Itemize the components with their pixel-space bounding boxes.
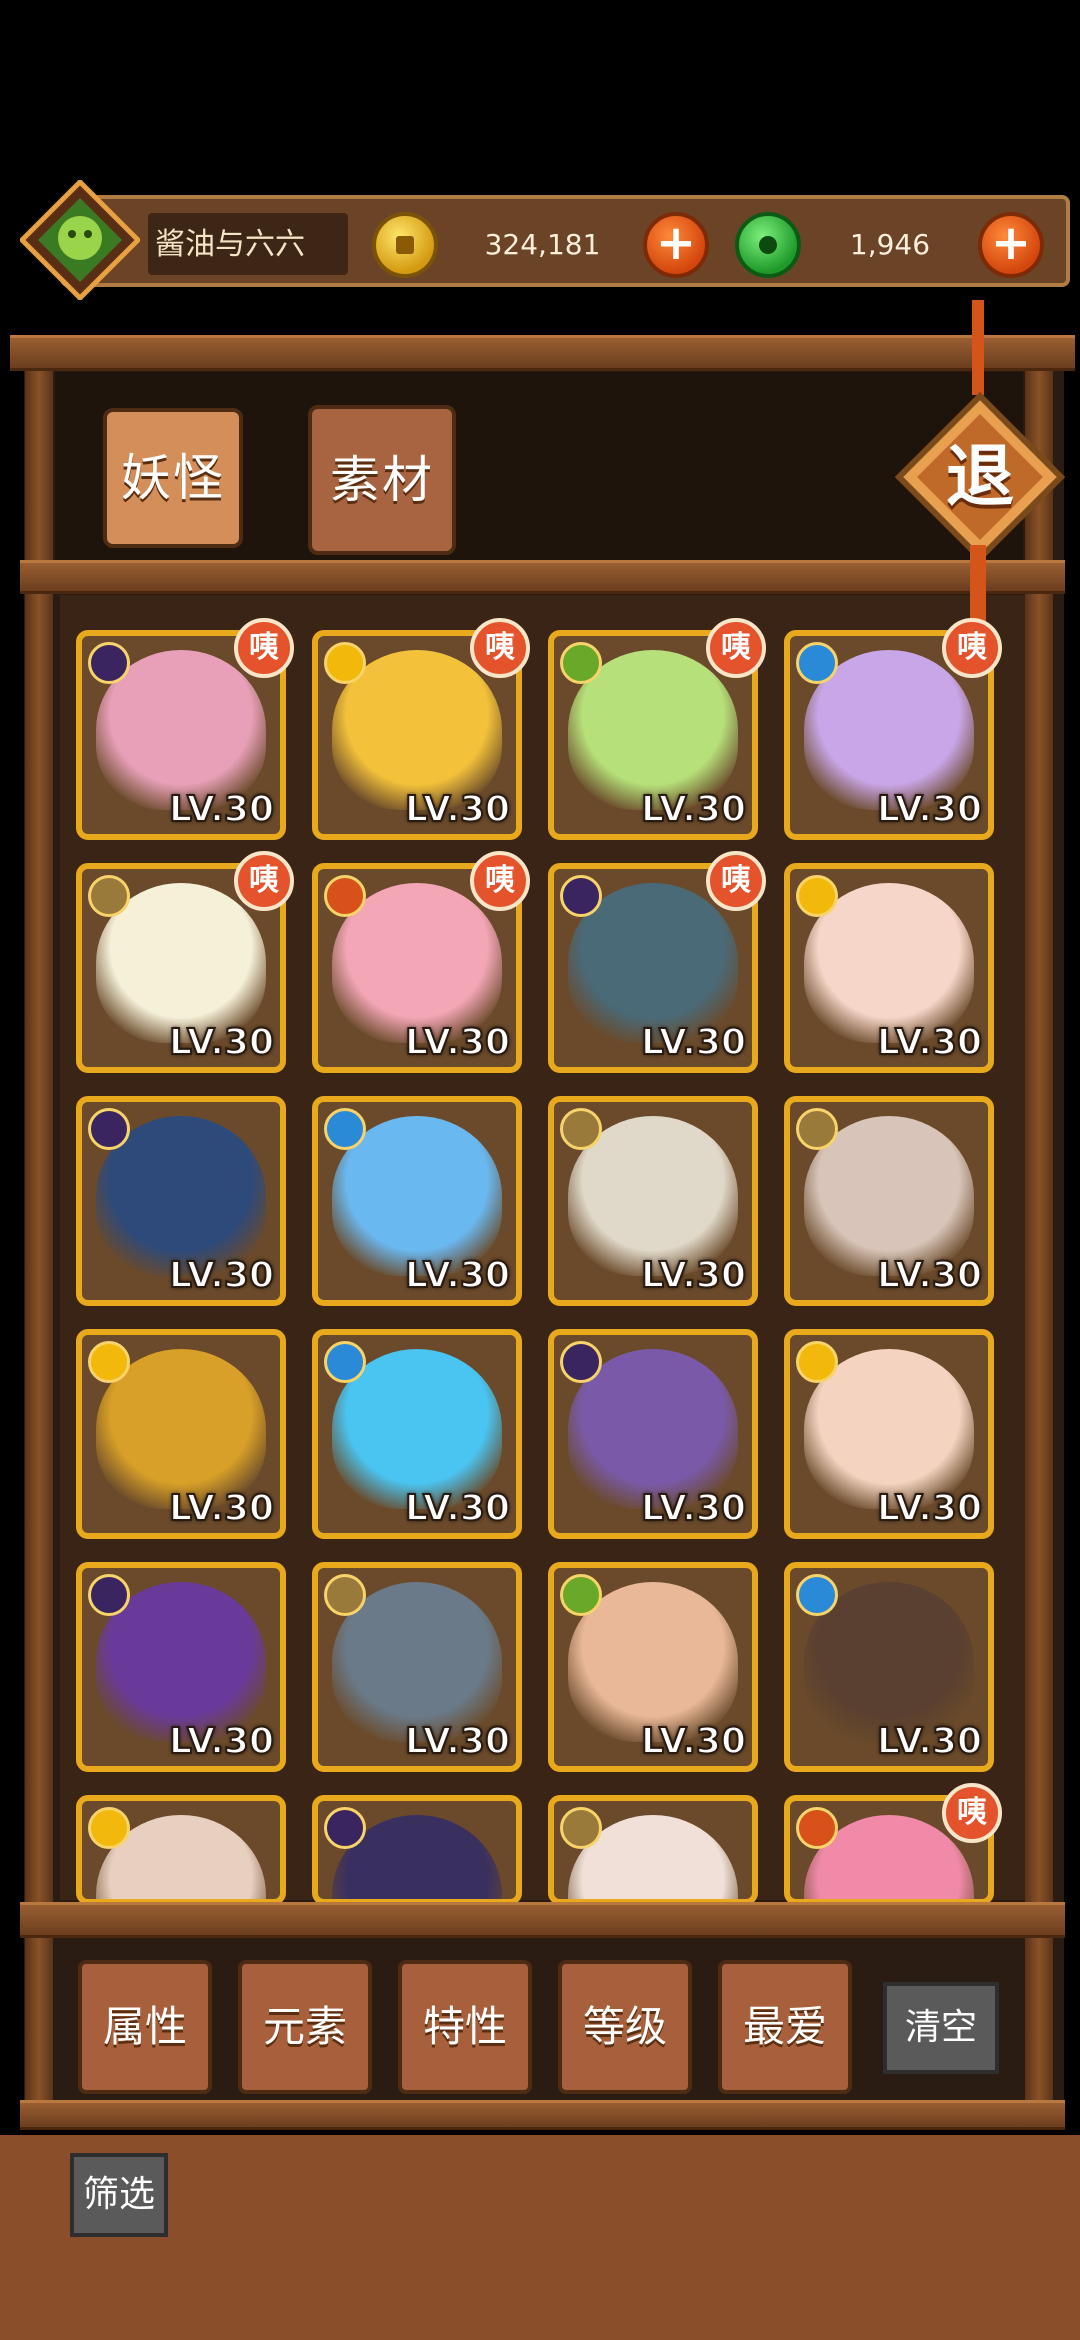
new-badge: 咦 (234, 618, 294, 678)
yokai-level: LV.30 (404, 1021, 511, 1064)
fire-element-icon (796, 1807, 838, 1849)
yokai-card[interactable]: LV.30 (548, 1562, 758, 1772)
yokai-card[interactable]: LV.30 (784, 1562, 994, 1772)
filter-attribute-button[interactable]: 属性 (78, 1960, 212, 2094)
new-badge: 咦 (706, 851, 766, 911)
jade-coin-icon (735, 212, 801, 278)
yokai-level: LV.30 (640, 1487, 747, 1530)
yokai-level: LV.30 (876, 1487, 983, 1530)
yokai-level: LV.30 (404, 1720, 511, 1763)
yokai-level: LV.30 (640, 1254, 747, 1297)
sun-element-icon (88, 1807, 130, 1849)
jade-amount: 1,946 (849, 228, 931, 261)
yokai-level: LV.30 (640, 1720, 747, 1763)
filter-trait-button[interactable]: 特性 (398, 1960, 532, 2094)
earth-element-icon (88, 875, 130, 917)
yokai-card[interactable] (312, 1795, 522, 1905)
new-badge: 咦 (706, 618, 766, 678)
retreat-label: 退 (945, 438, 1014, 517)
earth-element-icon (324, 1574, 366, 1616)
yokai-level: LV.30 (168, 788, 275, 831)
frame-post-right (1025, 370, 1053, 2130)
yokai-card[interactable] (76, 1795, 286, 1905)
yokai-level: LV.30 (404, 1254, 511, 1297)
filter-toggle-button[interactable]: 筛选 (70, 2153, 168, 2237)
yokai-card[interactable]: LV.30 (312, 1096, 522, 1306)
moon-element-icon (88, 1574, 130, 1616)
player-avatar[interactable] (18, 178, 142, 302)
filter-favorite-button[interactable]: 最爱 (718, 1960, 852, 2094)
water-element-icon (796, 1574, 838, 1616)
new-badge: 咦 (942, 1783, 1002, 1843)
yokai-level: LV.30 (404, 788, 511, 831)
yokai-level: LV.30 (168, 1720, 275, 1763)
yokai-card[interactable]: LV.30 (76, 1562, 286, 1772)
new-badge: 咦 (470, 851, 530, 911)
frame-beam-middle (20, 560, 1065, 594)
add-jade-button[interactable]: + (978, 212, 1044, 278)
tab-yokai[interactable]: 妖怪 (103, 408, 243, 548)
yokai-card[interactable]: LV.30 (548, 1329, 758, 1539)
water-element-icon (324, 1341, 366, 1383)
frame-post-left (25, 370, 53, 2130)
yokai-card[interactable]: LV.30 (312, 1329, 522, 1539)
moon-element-icon (560, 1341, 602, 1383)
water-element-icon (796, 642, 838, 684)
add-gold-button[interactable]: + (643, 212, 709, 278)
gold-coin-icon (372, 212, 438, 278)
retreat-cord (972, 300, 984, 395)
filter-level-button[interactable]: 等级 (558, 1960, 692, 2094)
frame-beam-base (20, 2100, 1065, 2130)
yokai-card[interactable]: LV.30 (76, 1096, 286, 1306)
moon-element-icon (560, 875, 602, 917)
yokai-card[interactable]: LV.30 (784, 1329, 994, 1539)
yokai-card[interactable] (548, 1795, 758, 1905)
filter-element-button[interactable]: 元素 (238, 1960, 372, 2094)
water-element-icon (324, 1108, 366, 1150)
new-badge: 咦 (942, 618, 1002, 678)
yokai-card[interactable]: LV.30 (548, 1096, 758, 1306)
yokai-level: LV.30 (168, 1254, 275, 1297)
new-badge: 咦 (234, 851, 294, 911)
yokai-card[interactable]: LV.30 (784, 863, 994, 1073)
clear-filters-button[interactable]: 清空 (883, 1982, 999, 2074)
tab-material[interactable]: 素材 (308, 405, 456, 555)
sun-element-icon (88, 1341, 130, 1383)
yokai-card[interactable]: LV.30 (312, 1562, 522, 1772)
yokai-level: LV.30 (404, 1487, 511, 1530)
yokai-level: LV.30 (876, 788, 983, 831)
yokai-level: LV.30 (640, 788, 747, 831)
earth-element-icon (560, 1807, 602, 1849)
new-badge: 咦 (470, 618, 530, 678)
frame-beam-bottom (20, 1902, 1065, 1938)
frame-beam-top (10, 335, 1075, 371)
gold-amount: 324,181 (484, 228, 601, 261)
yokai-level: LV.30 (168, 1021, 275, 1064)
moon-element-icon (88, 642, 130, 684)
sun-element-icon (796, 875, 838, 917)
moon-element-icon (324, 1807, 366, 1849)
yokai-level: LV.30 (168, 1487, 275, 1530)
earth-element-icon (796, 1108, 838, 1150)
leaf-element-icon (560, 642, 602, 684)
yokai-level: LV.30 (876, 1720, 983, 1763)
yokai-card[interactable]: LV.30 (784, 1096, 994, 1306)
yokai-level: LV.30 (876, 1254, 983, 1297)
yokai-level: LV.30 (640, 1021, 747, 1064)
leaf-element-icon (560, 1574, 602, 1616)
player-name: 酱油与六六 (155, 227, 305, 262)
yokai-level: LV.30 (876, 1021, 983, 1064)
fire-element-icon (324, 875, 366, 917)
sun-element-icon (324, 642, 366, 684)
yokai-card[interactable]: LV.30 (76, 1329, 286, 1539)
moon-element-icon (88, 1108, 130, 1150)
earth-element-icon (560, 1108, 602, 1150)
sun-element-icon (796, 1341, 838, 1383)
